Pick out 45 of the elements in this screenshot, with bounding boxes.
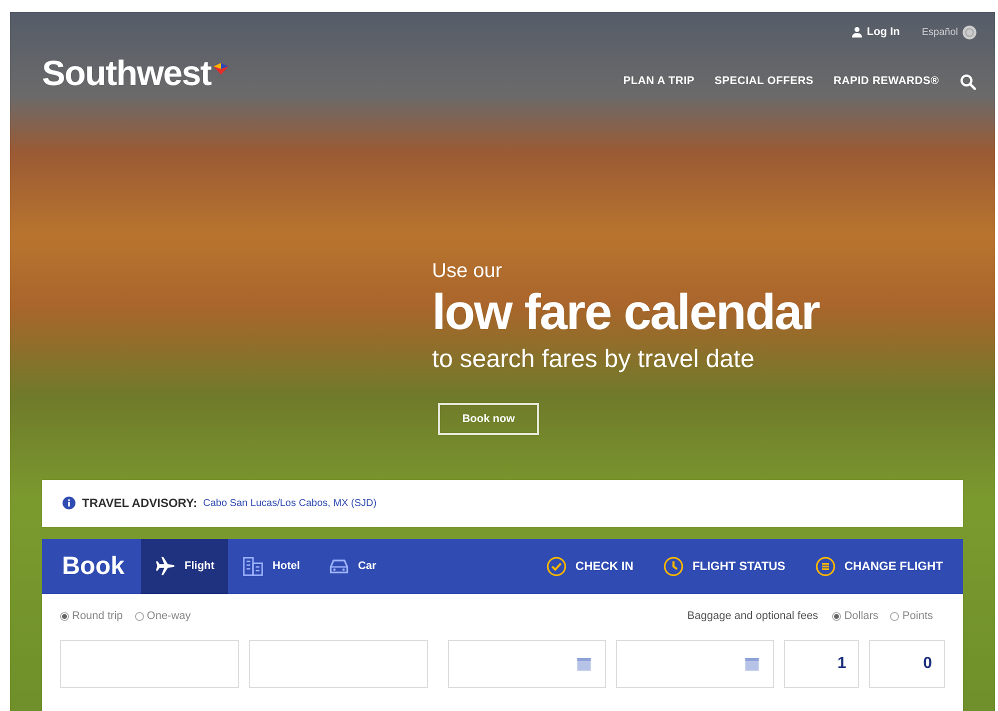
advisory-label: TRAVEL ADVISORY: (82, 495, 198, 512)
globe-icon (962, 24, 977, 40)
booking-action-link[interactable]: FLIGHT STATUS (663, 556, 786, 577)
input-field[interactable]: 0 (869, 640, 946, 688)
advisory-link[interactable]: Cabo San Lucas/Los Cabos, MX (SJD) (203, 496, 377, 511)
input-field[interactable] (448, 640, 606, 688)
book-now-button[interactable]: Book now (438, 402, 539, 435)
booking-action-link[interactable]: CHECK IN (546, 556, 634, 577)
hero-headline: low fare calendar (432, 283, 820, 342)
hero-subline: to search fares by travel date (432, 344, 754, 374)
search-icon[interactable] (959, 72, 977, 90)
calendar-icon[interactable] (742, 655, 761, 674)
fees-link[interactable]: Baggage and optional fees (687, 608, 818, 624)
radio-option[interactable]: One-way (134, 608, 191, 624)
logo-text[interactable]: Southwest (42, 56, 212, 91)
clock-icon (663, 556, 684, 577)
utility-link[interactable]: Español (922, 24, 977, 40)
calendar-icon[interactable] (574, 655, 593, 674)
input-field[interactable] (60, 640, 239, 688)
input-field[interactable] (248, 640, 428, 688)
radio-button[interactable] (890, 612, 900, 620)
radio-option[interactable]: Round trip (60, 608, 123, 624)
building-icon (242, 555, 264, 578)
booking-tab[interactable]: Flight (140, 538, 228, 594)
radio-button[interactable] (134, 612, 144, 620)
utility-link[interactable]: Log In (850, 24, 900, 40)
list-icon (815, 556, 836, 577)
radio-option[interactable]: Dollars (832, 608, 878, 624)
person-icon (850, 26, 863, 38)
booking-title: Book (61, 550, 126, 582)
input-field[interactable] (616, 640, 774, 688)
checkmark-icon (546, 556, 568, 577)
nav-link[interactable]: RAPID REWARDS® (834, 73, 939, 90)
booking-tab[interactable]: Car (314, 538, 390, 594)
radio-button[interactable] (60, 612, 69, 620)
hero-eyebrow: Use our (432, 261, 502, 281)
nav-link[interactable]: PLAN A TRIP (623, 73, 695, 90)
input-field[interactable]: 1 (784, 640, 860, 688)
booking-action-link[interactable]: CHANGE FLIGHT (815, 556, 943, 577)
nav-link[interactable]: SPECIAL OFFERS (714, 73, 814, 90)
radio-option[interactable]: Points (890, 608, 933, 624)
booking-tab[interactable]: Hotel (228, 538, 314, 594)
radio-button[interactable] (832, 612, 842, 620)
plane-icon (154, 555, 176, 578)
info-icon (62, 496, 76, 510)
